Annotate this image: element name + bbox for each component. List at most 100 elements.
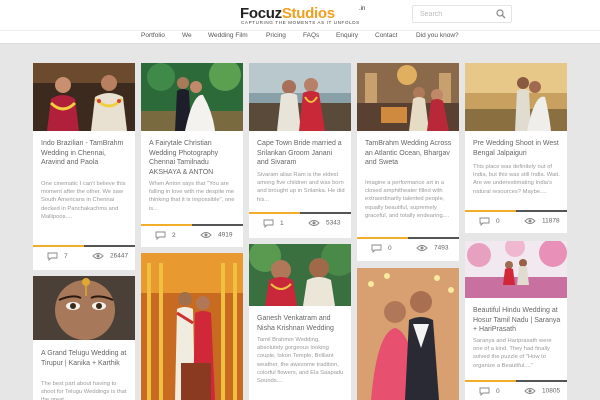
post-stats: 0 11878 bbox=[465, 210, 567, 232]
post-photo[interactable] bbox=[33, 63, 135, 131]
post-photo[interactable] bbox=[33, 276, 135, 340]
post-card[interactable]: A Fairytale Christian Wedding Photograph… bbox=[141, 63, 243, 247]
post-photo[interactable] bbox=[357, 63, 459, 131]
accent-bar bbox=[357, 237, 408, 239]
post-title[interactable]: Indo Brazilian - TamBrahm Wedding in Che… bbox=[41, 139, 129, 168]
wedding-couple-photo bbox=[465, 63, 567, 131]
nav-pricing[interactable]: Pricing bbox=[266, 32, 286, 39]
view-count: 26447 bbox=[92, 252, 128, 260]
post-card[interactable]: Beautiful Hindu Wedding at Hosur Tamil N… bbox=[465, 241, 567, 400]
post-title[interactable]: A Fairytale Christian Wedding Photograph… bbox=[149, 139, 237, 177]
post-excerpt: The best part about having to shoot for … bbox=[41, 381, 127, 400]
accent-bar bbox=[33, 245, 84, 247]
wedding-couple-photo bbox=[141, 63, 243, 131]
nav-wedding-film[interactable]: Wedding Film bbox=[208, 32, 248, 39]
post-card[interactable]: Indo Brazilian - TamBrahm Wedding in Che… bbox=[33, 63, 135, 270]
post-title[interactable]: Beautiful Hindu Wedding at Hosur Tamil N… bbox=[473, 306, 561, 335]
post-photo[interactable] bbox=[141, 253, 243, 400]
post-card[interactable]: Pre Wedding Shoot in West Bengal Jalpaig… bbox=[465, 63, 567, 233]
view-count: 4919 bbox=[200, 231, 232, 239]
divider-bar bbox=[516, 210, 567, 212]
wedding-decor-photo bbox=[465, 241, 567, 298]
logo-tagline: CAPTURING THE MOMENTS AS IT UNFOLDS bbox=[241, 20, 360, 25]
post-stats: 2 4919 bbox=[141, 224, 243, 246]
eye-icon bbox=[416, 245, 428, 251]
search-icon[interactable] bbox=[496, 9, 506, 19]
post-card[interactable]: TamBrahm Wedding Across an Atlantic Ocea… bbox=[357, 63, 459, 261]
nav-contact[interactable]: Contact bbox=[375, 32, 397, 39]
post-title[interactable]: A Grand Telugu Wedding at Tirupur | Kani… bbox=[41, 349, 129, 368]
comment-icon bbox=[155, 231, 166, 241]
comment-icon bbox=[47, 252, 58, 262]
post-card[interactable] bbox=[141, 253, 243, 400]
comment-count[interactable]: 2 bbox=[155, 231, 176, 241]
wedding-couple-photo bbox=[33, 63, 135, 131]
wedding-couple-photo bbox=[249, 244, 351, 306]
accent-bar bbox=[249, 212, 300, 214]
wedding-ceremony-photo bbox=[141, 253, 243, 400]
divider-bar bbox=[516, 380, 567, 382]
view-count-value: 26447 bbox=[110, 252, 129, 260]
comment-count-value: 1 bbox=[280, 220, 284, 228]
post-photo[interactable] bbox=[249, 244, 351, 306]
post-stats: 1 5343 bbox=[249, 212, 351, 234]
comment-count-value: 2 bbox=[172, 232, 176, 240]
eye-icon bbox=[92, 253, 104, 259]
post-card[interactable]: Ganesh Venkatram and Nisha Krishnan Wedd… bbox=[249, 244, 351, 400]
post-title[interactable]: Cape Town Bride married a Srilankan Groo… bbox=[257, 139, 345, 168]
accent-bar bbox=[465, 380, 516, 382]
post-card[interactable]: Cape Town Bride married a Srilankan Groo… bbox=[249, 63, 351, 238]
post-card[interactable]: A Grand Telugu Wedding at Tirupur | Kani… bbox=[33, 276, 135, 400]
accent-bar bbox=[141, 224, 192, 226]
post-photo[interactable] bbox=[357, 268, 459, 400]
view-count: 5343 bbox=[308, 219, 340, 227]
post-photo[interactable] bbox=[141, 63, 243, 131]
post-title[interactable]: TamBrahm Wedding Across an Atlantic Ocea… bbox=[365, 139, 453, 168]
main-nav: Portfolio We Wedding Film Pricing FAQs E… bbox=[0, 30, 600, 44]
comment-count[interactable]: 0 bbox=[479, 217, 500, 227]
nav-did-you-know[interactable]: Did you know? bbox=[416, 32, 459, 39]
post-stats: 7 26447 bbox=[33, 245, 135, 267]
search-input[interactable] bbox=[413, 6, 493, 22]
post-excerpt: Imagine a performance art in a closed am… bbox=[365, 180, 450, 219]
wedding-couple-photo bbox=[357, 268, 459, 400]
divider-bar bbox=[300, 212, 351, 214]
post-photo[interactable] bbox=[465, 241, 567, 298]
view-count-value: 10805 bbox=[542, 387, 561, 395]
comment-count[interactable]: 7 bbox=[47, 252, 68, 262]
post-stats: 0 7493 bbox=[357, 237, 459, 259]
post-title[interactable]: Pre Wedding Shoot in West Bengal Jalpaig… bbox=[473, 139, 561, 158]
nav-we[interactable]: We bbox=[182, 32, 192, 39]
wedding-couple-photo bbox=[249, 63, 351, 131]
post-card[interactable] bbox=[357, 268, 459, 400]
comment-count[interactable]: 0 bbox=[371, 244, 392, 254]
comment-count[interactable]: 0 bbox=[479, 387, 500, 397]
eye-icon bbox=[308, 220, 320, 226]
divider-bar bbox=[84, 245, 135, 247]
divider-bar bbox=[192, 224, 243, 226]
accent-bar bbox=[465, 210, 516, 212]
eye-icon bbox=[200, 232, 212, 238]
comment-count[interactable]: 1 bbox=[263, 219, 284, 229]
view-count-value: 7493 bbox=[434, 244, 449, 252]
comment-icon bbox=[479, 387, 490, 397]
post-photo[interactable] bbox=[249, 63, 351, 131]
search-box bbox=[412, 5, 512, 23]
comment-count-value: 0 bbox=[496, 388, 500, 396]
nav-enquiry[interactable]: Enquiry bbox=[336, 32, 358, 39]
nav-faqs[interactable]: FAQs bbox=[303, 32, 319, 39]
nav-portfolio[interactable]: Portfolio bbox=[141, 32, 165, 39]
view-count: 10805 bbox=[524, 387, 560, 395]
site-logo[interactable]: FocuzStudios .in CAPTURING THE MOMENTS A… bbox=[240, 5, 370, 29]
post-photo[interactable] bbox=[465, 63, 567, 131]
comment-count-value: 0 bbox=[388, 245, 392, 253]
eye-icon bbox=[524, 218, 536, 224]
divider-bar bbox=[408, 237, 459, 239]
logo-suffix: .in bbox=[359, 6, 366, 12]
post-excerpt: When Anton says that "You are falling in… bbox=[149, 181, 235, 212]
post-title[interactable]: Ganesh Venkatram and Nisha Krishnan Wedd… bbox=[257, 314, 345, 333]
post-stats: 0 10805 bbox=[465, 380, 567, 400]
wedding-couple-photo bbox=[357, 63, 459, 131]
comment-icon bbox=[479, 217, 490, 227]
comment-count-value: 0 bbox=[496, 218, 500, 226]
